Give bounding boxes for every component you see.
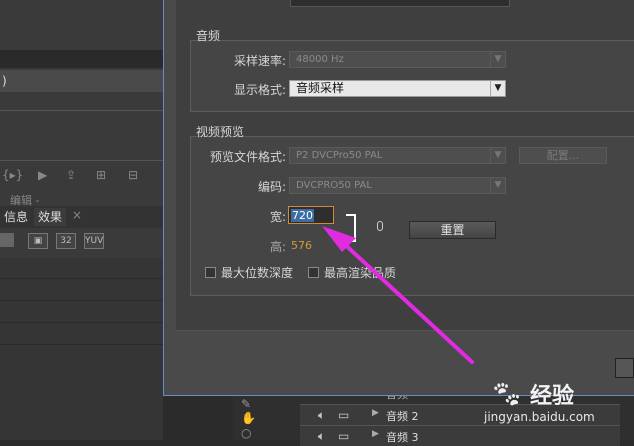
- baidu-paw-logo-icon: 🐾︎: [490, 380, 524, 410]
- watermark-url: jingyan.baidu.com: [484, 410, 595, 424]
- watermark-brand: 经验: [530, 384, 575, 409]
- annotation-arrow-icon: [322, 226, 474, 364]
